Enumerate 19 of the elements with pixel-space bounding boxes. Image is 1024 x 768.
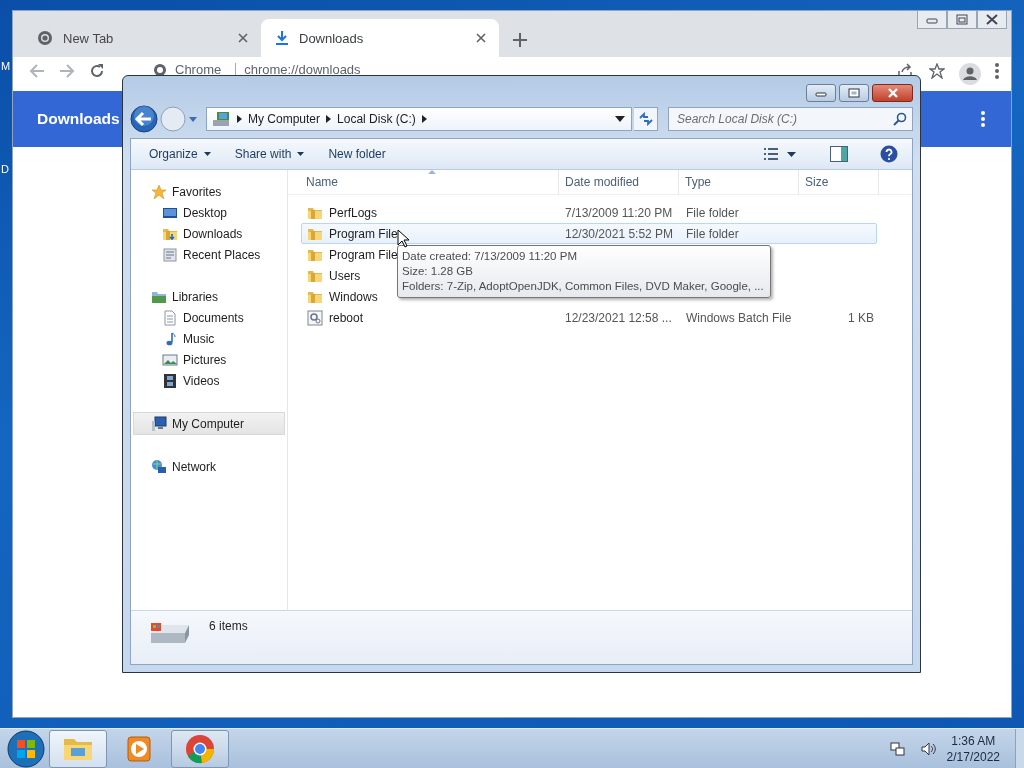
file-name: PerfLogs [329, 205, 378, 220]
file-size: 1 KB [847, 310, 874, 325]
date-modified: 7/13/2009 11:20 PM [564, 205, 674, 220]
file-name: Users [329, 268, 361, 283]
file-name: Program File [329, 247, 398, 262]
date-modified: 12/30/2021 5:52 PM [564, 226, 675, 241]
file-type: File folder [685, 226, 740, 241]
file-type: File folder [685, 205, 740, 220]
tooltip-line: Size: 1.28 GB [402, 264, 474, 279]
date-modified: 12/23/2021 12:58 ... [564, 310, 673, 325]
file-name: Windows [329, 289, 378, 304]
file-name: Program File [329, 226, 398, 241]
site-label: Chrome [175, 63, 222, 77]
item-count: 6 items [209, 619, 248, 633]
file-type: Windows Batch File [685, 310, 793, 325]
tooltip-line: Folders: 7-Zip, AdoptOpenJDK, Common Files, DVD Maker, Google, ... [402, 279, 764, 294]
tooltip-line: Date created: 7/13/2009 11:20 PM [402, 249, 578, 264]
file-name: reboot [329, 310, 364, 325]
page-title: Downloads [37, 110, 120, 128]
